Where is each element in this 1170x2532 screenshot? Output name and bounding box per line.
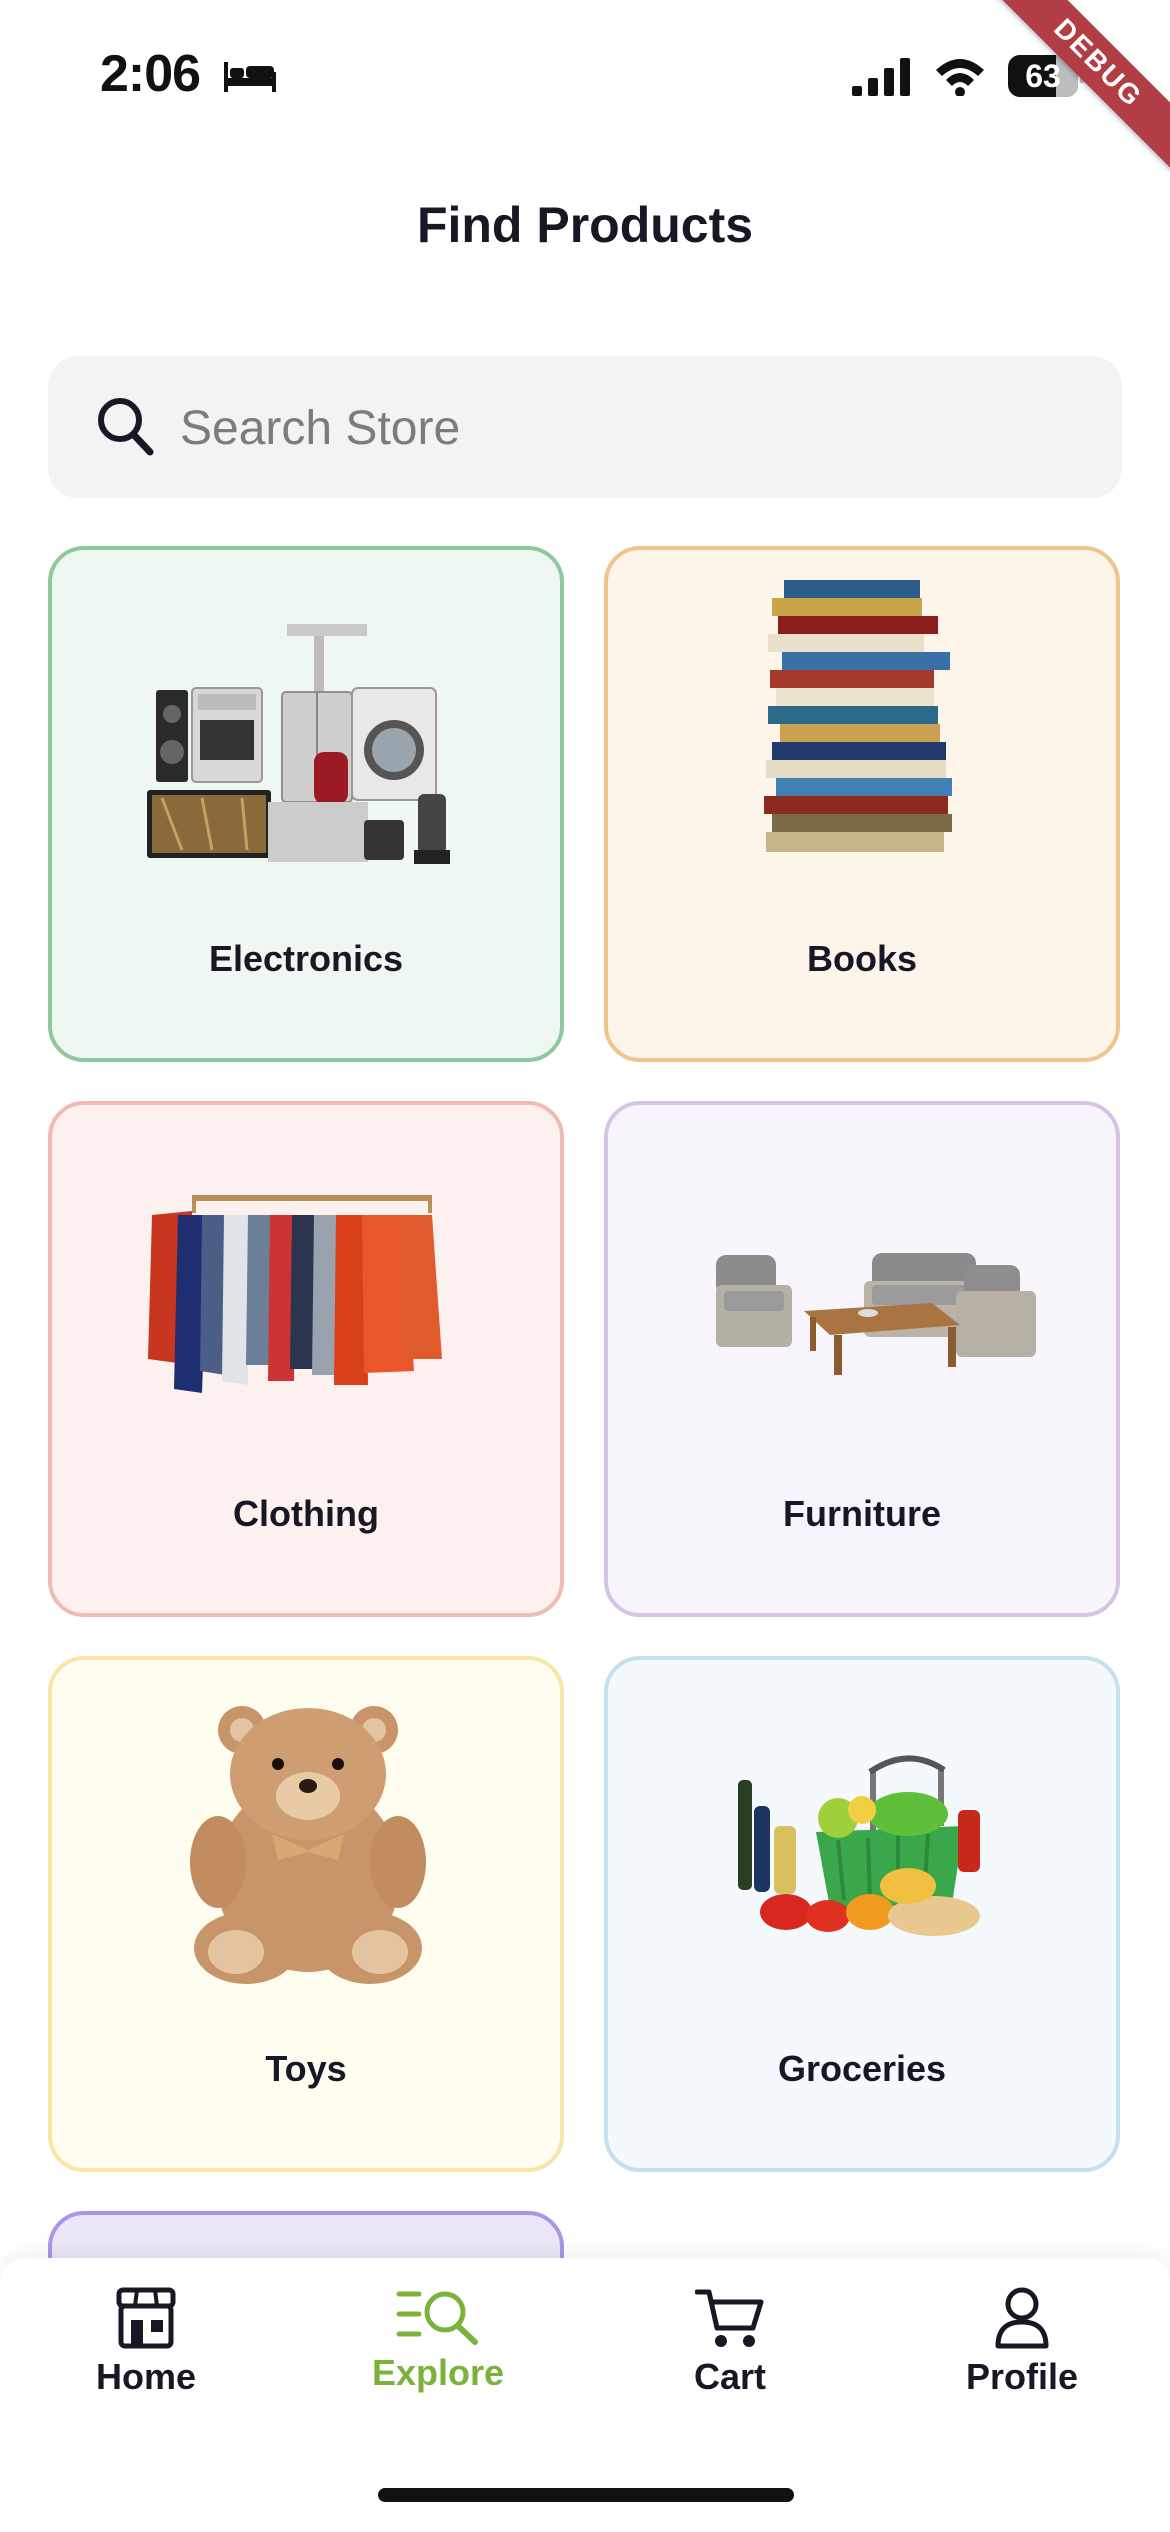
- electronics-image: [147, 624, 450, 864]
- search-icon: [96, 396, 156, 463]
- bed-icon: [222, 58, 278, 99]
- books-image: [764, 580, 952, 852]
- category-label: Furniture: [783, 1493, 941, 1534]
- search-bar[interactable]: [48, 356, 1122, 500]
- category-label: Toys: [265, 2048, 347, 2089]
- signal-icon: [852, 58, 914, 103]
- nav-label-cart: Cart: [693, 2356, 767, 2397]
- explore-icon: [396, 2291, 478, 2345]
- category-card-clothing[interactable]: Clothing: [48, 1101, 564, 1617]
- nav-item-profile[interactable]: Profile: [876, 2286, 1168, 2398]
- nav-label-profile: Profile: [965, 2356, 1079, 2397]
- nav-item-explore[interactable]: Explore: [292, 2286, 584, 2394]
- groceries-image: [738, 1755, 980, 1936]
- category-label: Groceries: [777, 2048, 947, 2089]
- nav-label-explore: Explore: [371, 2352, 505, 2393]
- category-label: Clothing: [233, 1493, 379, 1534]
- wifi-icon: [934, 56, 986, 101]
- status-time: 2:06: [100, 45, 201, 103]
- clothing-image: [148, 1195, 442, 1393]
- profile-icon: [995, 2287, 1049, 2349]
- search-input[interactable]: [178, 356, 1082, 500]
- toys-image: [190, 1706, 426, 1984]
- category-card-groceries[interactable]: Groceries: [604, 1656, 1120, 2172]
- category-card-electronics[interactable]: Electronics: [48, 546, 564, 1062]
- category-card-books[interactable]: Books: [604, 546, 1120, 1062]
- cart-icon: [695, 2289, 764, 2347]
- status-bar: 2:06 63: [0, 0, 1170, 150]
- furniture-image: [716, 1253, 1036, 1375]
- category-label: Books: [806, 938, 918, 979]
- nav-item-home[interactable]: Home: [0, 2286, 292, 2398]
- home-indicator[interactable]: [378, 2488, 794, 2502]
- page-title: Find Products: [416, 197, 754, 253]
- category-card-toys[interactable]: Toys: [48, 1656, 564, 2172]
- store-icon: [116, 2287, 176, 2349]
- nav-item-cart[interactable]: Cart: [584, 2286, 876, 2398]
- nav-label-home: Home: [95, 2356, 197, 2397]
- category-label: Electronics: [208, 938, 404, 979]
- category-card-furniture[interactable]: Furniture: [604, 1101, 1120, 1617]
